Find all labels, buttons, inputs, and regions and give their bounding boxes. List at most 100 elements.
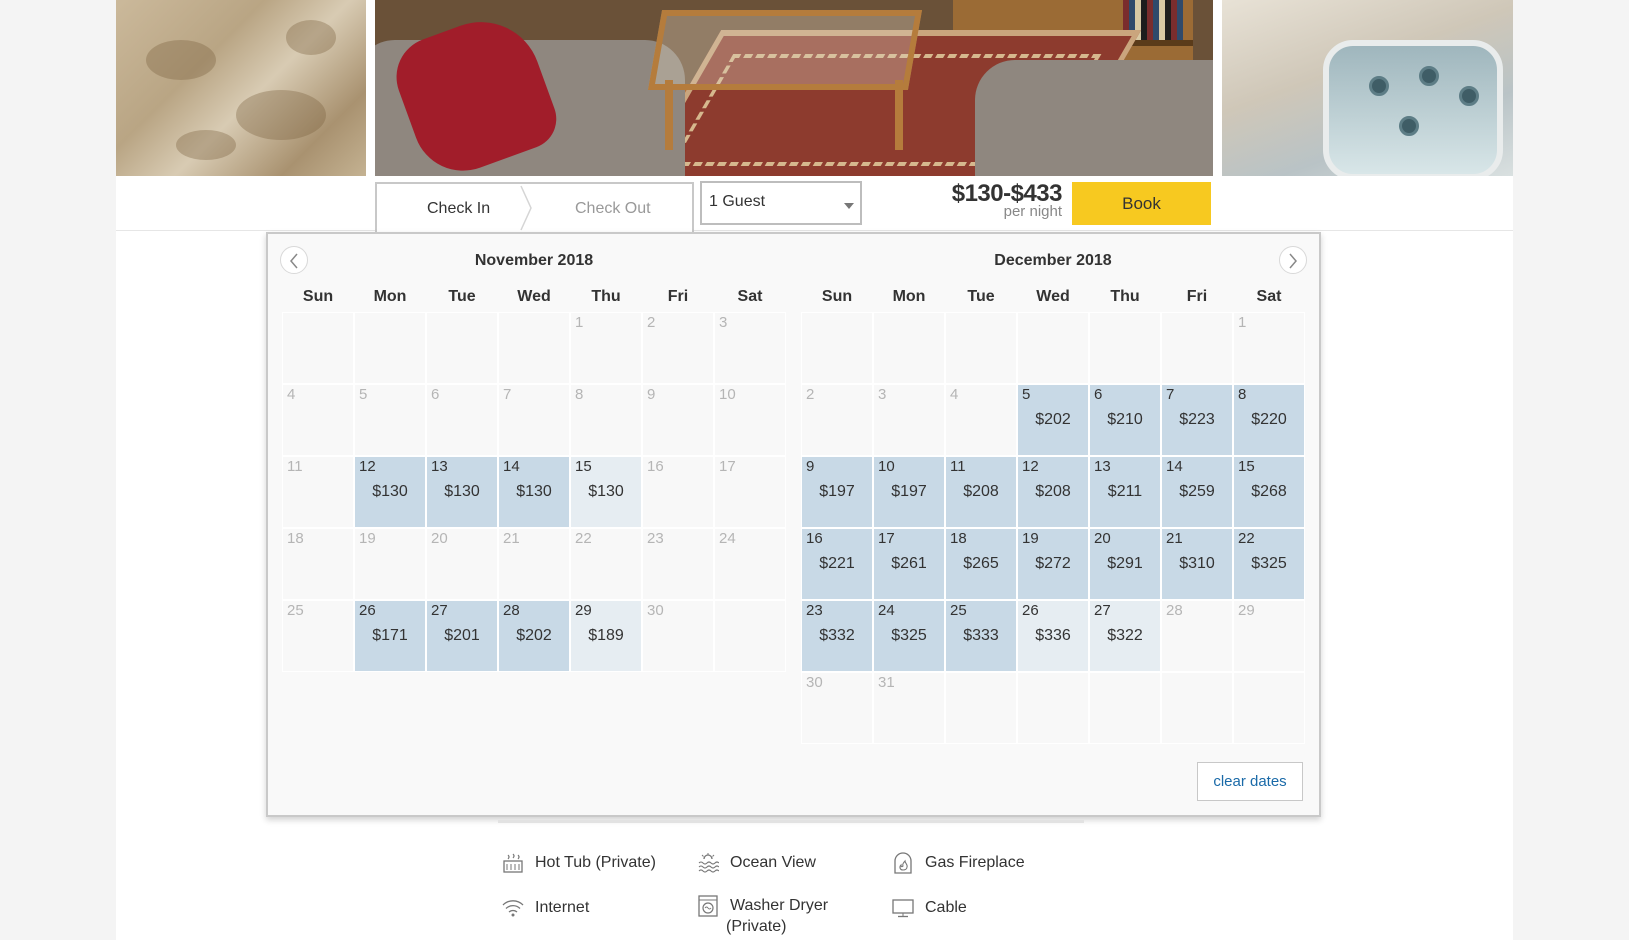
day-cell[interactable]: 9 $197 (801, 456, 873, 528)
day-cell[interactable]: 26 $171 (354, 600, 426, 672)
availability-calendar: November 2018 Sun Mon Tue Wed Thu Fri Sat 1234… (266, 232, 1321, 817)
nightly-price: $130 (372, 483, 408, 500)
check-in-field[interactable]: Check In (427, 200, 490, 218)
day-number: 15 (575, 458, 592, 475)
day-cell[interactable]: 13 $211 (1089, 456, 1161, 528)
day-cell[interactable]: 19 $272 (1017, 528, 1089, 600)
day-cell[interactable]: 20 $291 (1089, 528, 1161, 600)
washer-icon (698, 895, 718, 917)
book-button[interactable]: Book (1072, 182, 1211, 225)
day-number: 11 (287, 458, 303, 475)
day-cell: 3 (714, 312, 786, 384)
nightly-price: $291 (1107, 555, 1143, 572)
day-number: 12 (1022, 458, 1039, 475)
day-cell-empty (1017, 312, 1089, 384)
day-cell[interactable]: 26 $336 (1017, 600, 1089, 672)
day-cell: 16 (642, 456, 714, 528)
day-cell[interactable]: 21 $310 (1161, 528, 1233, 600)
tv-icon (892, 899, 914, 918)
day-cell[interactable]: 25 $333 (945, 600, 1017, 672)
day-number: 30 (647, 602, 664, 619)
day-number: 1 (575, 314, 584, 331)
weekday-label: Fri (1186, 288, 1208, 305)
per-night-label: per night (1003, 203, 1062, 220)
day-cell: 30 (801, 672, 873, 744)
day-cell[interactable]: 6 $210 (1089, 384, 1161, 456)
day-number: 22 (1238, 530, 1255, 547)
day-cell[interactable]: 12 $130 (354, 456, 426, 528)
day-cell[interactable]: 15 $130 (570, 456, 642, 528)
check-out-field[interactable]: Check Out (575, 200, 651, 218)
day-cell: 10 (714, 384, 786, 456)
day-cell: 19 (354, 528, 426, 600)
day-cell: 1 (1233, 312, 1305, 384)
day-cell[interactable]: 16 $221 (801, 528, 873, 600)
amenity-label: Internet (535, 899, 590, 916)
day-cell: 29 (1233, 600, 1305, 672)
month-title: November 2018 (474, 252, 594, 269)
gallery-photo-hot-tub[interactable] (1222, 0, 1513, 176)
day-number: 13 (431, 458, 448, 475)
day-cell[interactable]: 14 $130 (498, 456, 570, 528)
day-cell[interactable]: 7 $223 (1161, 384, 1233, 456)
weekday-label: Mon (373, 288, 407, 305)
day-cell[interactable]: 24 $325 (873, 600, 945, 672)
day-number: 16 (647, 458, 664, 475)
day-number: 8 (575, 386, 584, 403)
day-cell[interactable]: 8 $220 (1233, 384, 1305, 456)
nightly-price: $171 (372, 627, 408, 644)
day-cell[interactable]: 12 $208 (1017, 456, 1089, 528)
day-number: 19 (1022, 530, 1039, 547)
gallery-photo-rocks[interactable] (116, 0, 366, 176)
amenity-label: Washer Dryer (730, 897, 829, 914)
day-number: 30 (806, 674, 823, 691)
day-cell-empty (282, 312, 354, 384)
day-cell[interactable]: 23 $332 (801, 600, 873, 672)
day-number: 29 (575, 602, 592, 619)
day-cell[interactable]: 11 $208 (945, 456, 1017, 528)
day-number: 27 (431, 602, 448, 619)
day-cell[interactable]: 10 $197 (873, 456, 945, 528)
day-number: 24 (878, 602, 895, 619)
day-cell: 22 (570, 528, 642, 600)
day-cell[interactable]: 14 $259 (1161, 456, 1233, 528)
day-cell: 9 (642, 384, 714, 456)
day-cell: 20 (426, 528, 498, 600)
day-number: 12 (359, 458, 376, 475)
day-cell[interactable]: 18 $265 (945, 528, 1017, 600)
day-cell: 24 (714, 528, 786, 600)
amenity-label: Ocean View (730, 854, 816, 871)
day-number: 7 (1166, 386, 1175, 403)
day-cell[interactable]: 15 $268 (1233, 456, 1305, 528)
day-cell[interactable]: 22 $325 (1233, 528, 1305, 600)
day-number: 7 (503, 386, 512, 403)
nightly-price: $130 (444, 483, 480, 500)
day-cell: 17 (714, 456, 786, 528)
day-cell: 11 (282, 456, 354, 528)
day-cell[interactable]: 27 $201 (426, 600, 498, 672)
day-cell[interactable]: 17 $261 (873, 528, 945, 600)
day-cell: 6 (426, 384, 498, 456)
nightly-price: $325 (891, 627, 927, 644)
gallery-photo-living-room[interactable] (375, 0, 1213, 176)
day-cell[interactable]: 27 $322 (1089, 600, 1161, 672)
day-cell[interactable]: 29 $189 (570, 600, 642, 672)
day-cell: 18 (282, 528, 354, 600)
nightly-price: $332 (819, 627, 855, 644)
day-cell[interactable]: 5 $202 (1017, 384, 1089, 456)
day-number: 28 (503, 602, 520, 619)
day-cell: 21 (498, 528, 570, 600)
day-number: 25 (950, 602, 967, 619)
day-cell[interactable]: 13 $130 (426, 456, 498, 528)
day-cell-empty (354, 312, 426, 384)
day-cell[interactable]: 28 $202 (498, 600, 570, 672)
weekday-header: Sun Mon Tue Wed Thu Fri Sat (801, 288, 1305, 306)
day-cell: 3 (873, 384, 945, 456)
clear-dates-button[interactable]: clear dates (1197, 762, 1303, 801)
guests-value: 1 Guest (709, 193, 766, 210)
guests-select[interactable]: 1 Guest (700, 181, 862, 225)
day-number: 1 (1238, 314, 1247, 331)
day-cell: 1 (570, 312, 642, 384)
date-range-picker[interactable]: Check In Check Out (375, 182, 694, 232)
day-number: 17 (719, 458, 736, 475)
